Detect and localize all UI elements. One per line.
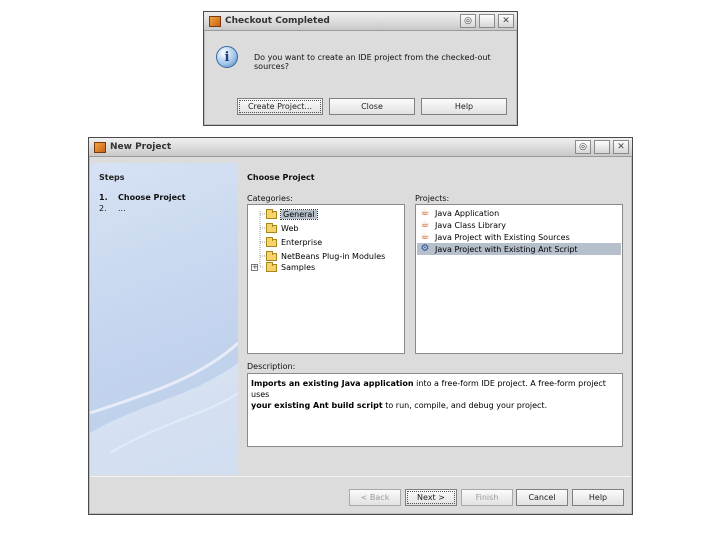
- help-button[interactable]: Help: [572, 489, 624, 506]
- project-java-existing-sources[interactable]: ☕ Java Project with Existing Sources: [417, 231, 621, 243]
- steps-panel-swoosh: [90, 341, 238, 475]
- tree-item-label: NetBeans Plug-in Modules: [281, 252, 386, 261]
- step-1-label: Choose Project: [118, 193, 186, 202]
- minimize-icon[interactable]: [479, 14, 495, 28]
- steps-panel: Steps 1. Choose Project 2. ...: [90, 163, 238, 475]
- help-button[interactable]: Help: [421, 98, 507, 115]
- choose-project-heading: Choose Project: [247, 173, 315, 182]
- window-menu-icon[interactable]: ◎: [460, 14, 476, 28]
- project-java-class-library[interactable]: ☕ Java Class Library: [417, 219, 621, 231]
- tree-item-label: Samples: [281, 263, 316, 272]
- project-label: Java Class Library: [435, 220, 507, 230]
- description-label: Description:: [247, 362, 296, 371]
- netbeans-app-icon: [209, 15, 221, 27]
- description-bold-2: your existing Ant build script: [251, 401, 383, 410]
- info-icon: i: [216, 46, 238, 68]
- description-line-1: Imports an existing Java application int…: [251, 378, 619, 400]
- close-icon[interactable]: ✕: [498, 14, 514, 28]
- ant-script-icon: ⚙: [420, 243, 430, 254]
- categories-label: Categories:: [247, 194, 293, 203]
- description-text-2: to run, compile, and debug your project.: [382, 401, 548, 410]
- back-button[interactable]: < Back: [349, 489, 401, 506]
- next-button[interactable]: Next >: [405, 489, 457, 506]
- project-label: Java Project with Existing Sources: [435, 232, 570, 242]
- description-bold-1: Imports an existing Java application: [251, 379, 414, 388]
- java-cup-icon: ☕: [420, 231, 430, 242]
- tree-item-samples[interactable]: Samples: [266, 261, 315, 274]
- new-project-titlebar[interactable]: New Project ◎ ✕: [89, 138, 632, 157]
- close-icon[interactable]: ✕: [613, 140, 629, 154]
- projects-label: Projects:: [415, 194, 450, 203]
- new-project-dialog: New Project ◎ ✕ Steps 1. Choose Project …: [88, 137, 633, 515]
- tree-item-label: General: [280, 209, 318, 220]
- checkout-completed-dialog: Checkout Completed ◎ ✕ i Do you want to …: [203, 11, 518, 126]
- java-cup-icon: ☕: [420, 219, 430, 230]
- close-button[interactable]: Close: [329, 98, 415, 115]
- project-java-application[interactable]: ☕ Java Application: [417, 207, 621, 219]
- tree-item-label: Web: [281, 224, 299, 233]
- folder-icon: [266, 261, 277, 272]
- project-java-existing-ant-script[interactable]: ⚙ Java Project with Existing Ant Script: [417, 243, 621, 255]
- checkout-dialog-titlebar[interactable]: Checkout Completed ◎ ✕: [204, 12, 517, 31]
- description-box: Imports an existing Java application int…: [247, 373, 623, 447]
- checkout-message: Do you want to create an IDE project fro…: [254, 53, 491, 71]
- tree-item-label: Enterprise: [281, 238, 323, 247]
- steps-heading: Steps: [99, 173, 125, 182]
- expand-samples-icon[interactable]: +: [251, 264, 258, 271]
- step-2-label: ...: [118, 204, 126, 213]
- step-2-number: 2.: [99, 204, 107, 213]
- project-label: Java Application: [435, 208, 500, 218]
- checkout-dialog-title: Checkout Completed: [225, 16, 330, 26]
- folder-icon: [266, 222, 277, 233]
- folder-icon: [266, 250, 277, 261]
- project-label: Java Project with Existing Ant Script: [435, 244, 578, 254]
- minimize-icon[interactable]: [594, 140, 610, 154]
- java-cup-icon: ☕: [420, 207, 430, 218]
- folder-icon: [266, 208, 277, 219]
- categories-tree[interactable]: General Web Enterprise NetBeans Plug-in …: [247, 204, 405, 354]
- folder-icon: [266, 236, 277, 247]
- cancel-button[interactable]: Cancel: [516, 489, 568, 506]
- tree-item-general[interactable]: General: [266, 208, 318, 221]
- new-project-title: New Project: [110, 142, 172, 152]
- finish-button[interactable]: Finish: [461, 489, 513, 506]
- netbeans-app-icon: [94, 141, 106, 153]
- tree-item-web[interactable]: Web: [266, 222, 298, 235]
- description-line-2: your existing Ant build script to run, c…: [251, 400, 619, 411]
- step-1-number: 1.: [99, 193, 108, 202]
- window-menu-icon[interactable]: ◎: [575, 140, 591, 154]
- footer-divider: [90, 476, 631, 477]
- tree-item-enterprise[interactable]: Enterprise: [266, 236, 322, 249]
- create-project-button[interactable]: Create Project...: [237, 98, 323, 115]
- projects-list[interactable]: ☕ Java Application ☕ Java Class Library …: [415, 204, 623, 354]
